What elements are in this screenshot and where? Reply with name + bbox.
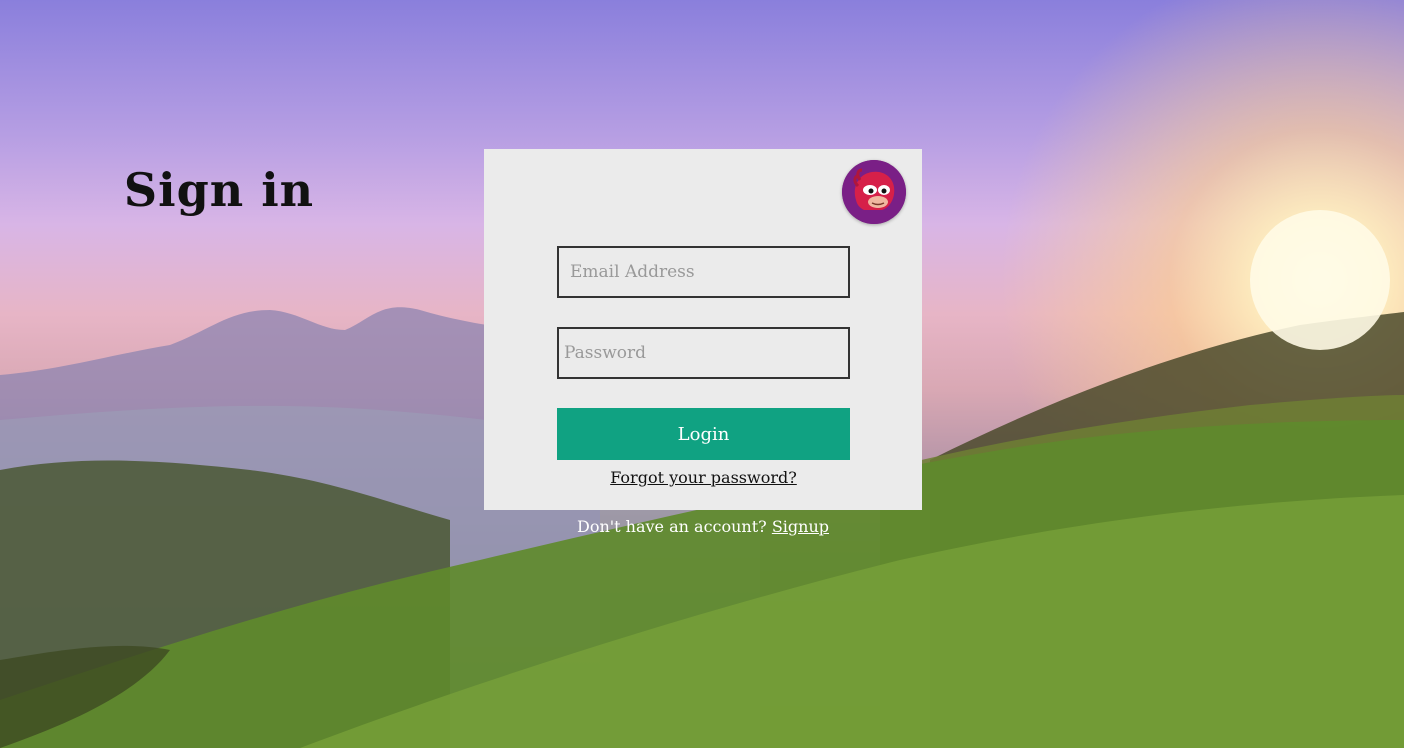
- red-echidna-avatar-icon: [842, 160, 906, 224]
- login-button[interactable]: Login: [557, 408, 850, 460]
- page-title: Sign in: [123, 163, 315, 217]
- signup-prompt-text: Don't have an account?: [576, 517, 767, 536]
- password-field[interactable]: [557, 327, 850, 379]
- signup-prompt-line: Don't have an account? Signup: [484, 516, 922, 538]
- signup-link[interactable]: Signup: [772, 517, 829, 536]
- forgot-password-link[interactable]: Forgot your password?: [557, 467, 850, 489]
- email-field[interactable]: [557, 246, 850, 298]
